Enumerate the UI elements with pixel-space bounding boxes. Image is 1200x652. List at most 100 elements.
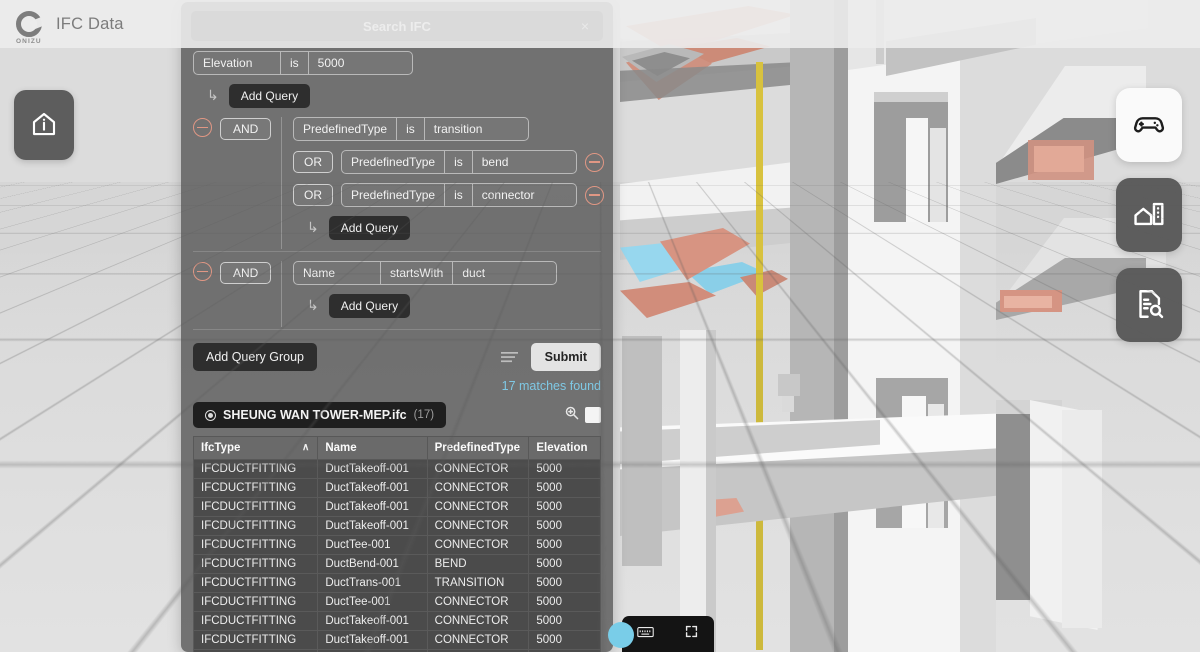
table-cell-ifctype: IFCDUCTFITTING xyxy=(194,593,318,612)
branch-arrow-icon: ↳ xyxy=(307,220,319,234)
app-header: ONIZU IFC Data xyxy=(0,0,1200,48)
remove-group-icon[interactable] xyxy=(193,262,212,281)
query-key[interactable]: PredefinedType xyxy=(342,184,444,206)
table-header-row: IfcType ∧ Name PredefinedType Elevation xyxy=(194,437,601,460)
add-query-button[interactable]: Add Query xyxy=(329,294,410,318)
branch-arrow-icon: ↳ xyxy=(307,298,319,312)
query-pill[interactable]: PredefinedType is connector xyxy=(341,183,577,207)
column-header-predefinedtype[interactable]: PredefinedType xyxy=(427,437,529,460)
query-builder: Elevation is 5000 ↳ Add Query AND Predef… xyxy=(181,41,613,339)
query-connector-button[interactable]: OR xyxy=(293,184,333,206)
group-connector-button[interactable]: AND xyxy=(220,262,271,284)
filter-lines-icon[interactable] xyxy=(501,351,518,364)
group-divider xyxy=(193,251,601,252)
zoom-to-selection-group xyxy=(564,405,601,426)
column-header-elevation[interactable]: Elevation xyxy=(529,437,601,460)
model-tree-button[interactable] xyxy=(1116,178,1182,252)
query-value[interactable]: transition xyxy=(424,118,528,140)
fullscreen-icon[interactable] xyxy=(684,624,699,644)
query-connector-button[interactable]: OR xyxy=(293,151,333,173)
query-operator[interactable]: is xyxy=(444,151,472,173)
results-table-wrapper[interactable]: IfcType ∧ Name PredefinedType Elevation … xyxy=(181,436,613,652)
table-row[interactable]: IFCDUCTFITTINGDuctTee-001CONNECTOR5000 xyxy=(194,536,601,555)
add-query-group-button[interactable]: Add Query Group xyxy=(193,343,317,371)
table-cell-ifctype: IFCDUCTFITTING xyxy=(194,498,318,517)
table-cell-ifctype: IFCDUCTFITTING xyxy=(194,536,318,555)
query-key[interactable]: Elevation xyxy=(194,52,280,74)
table-row[interactable]: IFCDUCTFITTINGDuctTakeoff-001CONNECTOR50… xyxy=(194,631,601,650)
query-operator[interactable]: startsWith xyxy=(380,262,452,284)
query-pill[interactable]: Name startsWith duct xyxy=(293,261,557,285)
search-ifc-button[interactable] xyxy=(1116,268,1182,342)
query-pill[interactable]: PredefinedType is bend xyxy=(341,150,577,174)
table-cell-elevation: 5000 xyxy=(529,460,601,479)
radio-selected-icon[interactable] xyxy=(205,410,216,421)
home-info-icon xyxy=(29,109,59,142)
table-cell-ifctype: IFCDUCTFITTING xyxy=(194,574,318,593)
status-indicator-dot xyxy=(608,622,634,648)
query-pill[interactable]: PredefinedType is transition xyxy=(293,117,529,141)
table-row[interactable]: IFCDUCTFITTINGDuctTakeoff-001CONNECTOR50… xyxy=(194,517,601,536)
search-ifc-panel: Search IFC × Elevation is 5000 ↳ Add Que… xyxy=(181,2,613,652)
query-operator[interactable]: is xyxy=(444,184,472,206)
table-cell-elevation: 5000 xyxy=(529,612,601,631)
group-connector-button[interactable]: AND xyxy=(220,118,271,140)
query-operator[interactable]: is xyxy=(396,118,424,140)
table-row[interactable]: IFCDUCTFITTINGDuctTakeoff-001CONNECTOR50… xyxy=(194,612,601,631)
remove-group-icon[interactable] xyxy=(193,118,212,137)
add-query-button[interactable]: Add Query xyxy=(329,216,410,240)
query-operator[interactable]: is xyxy=(280,52,308,74)
group-queries: PredefinedType is transition OR Predefin… xyxy=(281,117,604,249)
table-cell-ifctype: IFCDUCTFITTING xyxy=(194,460,318,479)
table-cell-predefinedtype: CONNECTOR xyxy=(427,593,529,612)
root-query-row: Elevation is 5000 xyxy=(193,51,601,75)
table-cell-elevation: 5000 xyxy=(529,555,601,574)
query-key[interactable]: PredefinedType xyxy=(342,151,444,173)
query-group: AND PredefinedType is transition OR Pred… xyxy=(193,117,601,249)
root-add-query-row: ↳ Add Query xyxy=(193,84,601,108)
logo-wordmark: ONIZU xyxy=(16,38,50,45)
query-key[interactable]: Name xyxy=(294,262,380,284)
remove-query-icon[interactable] xyxy=(585,186,604,205)
table-cell-name: DuctTakeoff-001 xyxy=(318,479,427,498)
keyboard-icon[interactable] xyxy=(637,625,654,643)
file-chip[interactable]: SHEUNG WAN TOWER-MEP.ifc (17) xyxy=(193,402,446,428)
table-row[interactable]: IFCDUCTFITTINGDuctTakeoff-001CONNECTOR50… xyxy=(194,460,601,479)
home-info-button[interactable] xyxy=(14,90,74,160)
table-cell-predefinedtype: CONNECTOR xyxy=(427,479,529,498)
table-row[interactable]: IFCDUCTFITTINGDuctBend-001BEND5000 xyxy=(194,555,601,574)
add-query-button[interactable]: Add Query xyxy=(229,84,310,108)
submit-button[interactable]: Submit xyxy=(531,343,601,371)
group-connector-col: AND xyxy=(193,261,271,284)
table-cell-predefinedtype: CONNECTOR xyxy=(427,517,529,536)
query-row: OR PredefinedType is connector xyxy=(293,183,604,207)
zoom-checkbox[interactable] xyxy=(585,407,601,423)
column-header-ifctype[interactable]: IfcType ∧ xyxy=(194,437,318,460)
table-cell-name: DuctTakeoff-001 xyxy=(318,612,427,631)
query-value[interactable]: bend xyxy=(472,151,576,173)
logo-onizu[interactable]: ONIZU xyxy=(16,11,42,37)
table-cell-ifctype: IFCDUCTFITTING xyxy=(194,555,318,574)
query-pill[interactable]: Elevation is 5000 xyxy=(193,51,413,75)
query-value[interactable]: duct xyxy=(452,262,556,284)
magnifier-icon[interactable] xyxy=(564,405,580,426)
query-key[interactable]: PredefinedType xyxy=(294,118,396,140)
table-cell-predefinedtype: CONNECTOR xyxy=(427,460,529,479)
query-value[interactable]: 5000 xyxy=(308,52,412,74)
table-cell-elevation: 5000 xyxy=(529,593,601,612)
navigation-mode-button[interactable] xyxy=(1116,88,1182,162)
table-row[interactable]: IFCDUCTFITTINGDuctTrans-001TRANSITION500… xyxy=(194,574,601,593)
table-cell-predefinedtype: CONNECTOR xyxy=(427,498,529,517)
query-value[interactable]: connector xyxy=(472,184,576,206)
table-row[interactable]: IFCDUCTFITTINGDuctTakeoff-001CONNECTOR50… xyxy=(194,479,601,498)
remove-query-icon[interactable] xyxy=(585,153,604,172)
left-toolbar xyxy=(14,90,74,160)
group-queries: Name startsWith duct ↳ Add Query xyxy=(281,261,601,327)
table-cell-name: DuctBend-001 xyxy=(318,555,427,574)
table-row[interactable]: IFCDUCTFITTINGDuctTakeoff-001CONNECTOR50… xyxy=(194,498,601,517)
table-row[interactable]: IFCDUCTFITTINGDuctTee-001CONNECTOR5000 xyxy=(194,593,601,612)
column-label: IfcType xyxy=(201,442,240,454)
table-cell-name: DuctTakeoff-001 xyxy=(318,631,427,650)
column-header-name[interactable]: Name xyxy=(318,437,427,460)
table-cell-name: DuctTakeoff-001 xyxy=(318,517,427,536)
